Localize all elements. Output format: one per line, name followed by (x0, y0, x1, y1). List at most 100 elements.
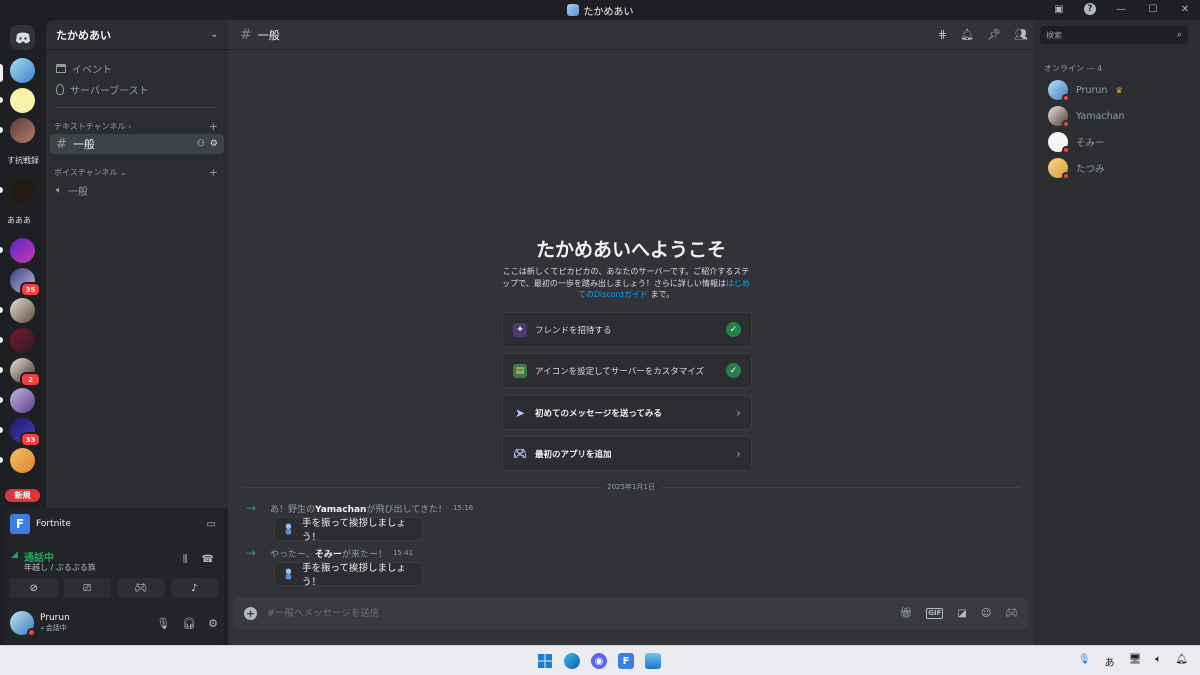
wave-button[interactable]: 手を振って挨拶しましょう！ (274, 517, 423, 543)
discord-home-icon[interactable] (10, 25, 35, 50)
ime-indicator[interactable]: あ (1105, 654, 1115, 669)
step-invite-friends[interactable]: ✦ フレンドを招待する ✓ (502, 312, 752, 347)
gif-icon[interactable]: GIF (926, 608, 944, 619)
step-label: 初めてのメッセージを送ってみる (535, 408, 662, 419)
server-icon-text-2[interactable]: あああ (7, 215, 31, 226)
category-text-channels[interactable]: テキストチャンネル › + (54, 120, 218, 133)
sidebar-item-events[interactable]: イベント (54, 58, 220, 78)
edge-icon[interactable] (564, 653, 580, 669)
sticker-icon[interactable]: ◪ (957, 608, 966, 619)
activities-button[interactable]: 🎮︎ (117, 578, 165, 598)
search-box[interactable]: ⌕ (1040, 26, 1188, 44)
soundboard-button[interactable]: ♪ (170, 578, 218, 598)
signal-icon: ◢ (11, 550, 18, 560)
discord-icon[interactable]: ◉ (591, 653, 607, 669)
avatar[interactable] (10, 611, 36, 637)
voice-channel-path[interactable]: 年越し / ぷるぷる族 (24, 562, 96, 573)
user-info[interactable]: Prurun ◂ 会話中 🎙︎ 🎧︎ ⚙ (10, 608, 218, 638)
stream-icon[interactable]: ▭ (207, 519, 216, 530)
windows-start-icon[interactable] (537, 653, 553, 669)
search-input[interactable] (1046, 30, 1177, 40)
maximize-button[interactable]: ☐ (1146, 2, 1160, 16)
welcome-title: たかめあいへようこそ (535, 239, 726, 261)
step-customize-server[interactable]: ▤ アイコンを設定してサーバーをカスタマイズ ✓ (502, 353, 752, 388)
server-icon-3[interactable] (10, 118, 35, 143)
noise-suppression-icon[interactable]: ⫼ (183, 554, 188, 565)
step-add-app[interactable]: 🎮︎ 最初のアプリを追加 › (502, 436, 752, 471)
camera-off-button[interactable]: ⊘ (10, 578, 58, 598)
chevron-right-icon: › (736, 446, 741, 461)
microphone-icon[interactable]: 🎙︎ (1078, 654, 1091, 669)
window-title: たかめあい (583, 6, 634, 18)
apps-icon[interactable]: 🎮︎ (1005, 608, 1018, 619)
message-input[interactable] (267, 608, 890, 619)
gift-icon[interactable]: 🎁︎ (900, 608, 913, 619)
voice-channel-general[interactable]: 🔈︎ 一般 (50, 180, 224, 200)
join-username[interactable]: そみー (315, 550, 342, 560)
dnd-status-icon (27, 628, 36, 637)
close-button[interactable]: ✕ (1178, 2, 1192, 16)
network-icon[interactable]: 🖥︎ (1129, 654, 1142, 669)
member-item[interactable]: Yamachan (1048, 105, 1124, 128)
gear-icon[interactable]: ⚙ (208, 617, 218, 630)
unread-pill (0, 397, 3, 403)
channel-header: # 一般 (228, 20, 1034, 50)
invite-icon[interactable]: ⚇ (197, 139, 205, 149)
sidebar-item-boost[interactable]: サーバーブースト (54, 79, 220, 99)
search-icon[interactable]: ⌕ (1177, 30, 1182, 40)
category-voice-channels[interactable]: ボイスチャンネル ⌄ + (54, 166, 218, 179)
minimize-button[interactable]: — (1114, 2, 1128, 16)
volume-icon[interactable]: 🔈︎ (1155, 654, 1161, 669)
avatar (1048, 158, 1070, 180)
server-icon-14[interactable] (10, 448, 35, 473)
fortnite-icon[interactable]: F (618, 653, 634, 669)
server-icon-5[interactable] (10, 178, 35, 203)
welcome-text: ここは新しくてピカピカの、あなたのサーバーです。ご紹介するステップで、最初の一歩… (502, 267, 750, 288)
step-label: 最初のアプリを追加 (535, 449, 612, 460)
inbox-icon[interactable]: ▣ (1052, 2, 1066, 16)
emoji-icon[interactable]: ☺ (981, 608, 991, 619)
server-icon-takameai[interactable] (10, 58, 35, 83)
headphones-icon[interactable]: 🎧︎ (182, 617, 196, 630)
microphone-icon[interactable]: 🎙︎ (156, 617, 170, 630)
camera-off-icon: ⊘ (29, 582, 38, 594)
step-send-message[interactable]: ➤ 初めてのメッセージを送ってみる › (502, 395, 752, 430)
speaker-icon: 🔈︎ (56, 184, 62, 196)
add-channel-icon[interactable]: + (209, 166, 218, 179)
pin-icon[interactable]: 📌︎ (987, 28, 1001, 41)
step-label: フレンドを招待する (535, 325, 612, 336)
screen-share-button[interactable]: ⎚ (63, 578, 111, 598)
server-icon-9[interactable] (10, 298, 35, 323)
member-item[interactable]: たつみ (1048, 157, 1105, 180)
server-icon-2[interactable] (10, 88, 35, 113)
server-icon-7[interactable] (10, 238, 35, 263)
server-header[interactable]: たかめあい ⌄ (46, 20, 228, 50)
help-icon[interactable]: ? (1084, 3, 1096, 15)
category-label: テキストチャンネル (54, 121, 126, 131)
date-text: 2025年1月1日 (601, 482, 661, 492)
bell-icon[interactable]: 🔔︎ (960, 28, 974, 41)
wave-sticker-icon (285, 568, 292, 580)
disconnect-icon[interactable]: ☎︎ (202, 554, 214, 565)
notification-bell-icon[interactable]: 🔔︎ (1175, 654, 1188, 669)
paper-plane-icon: ➤ (514, 405, 526, 420)
gear-icon[interactable]: ⚙ (210, 139, 218, 149)
member-item[interactable]: Prurun ♛ (1048, 79, 1123, 102)
unread-pill (0, 367, 3, 373)
new-servers-badge[interactable]: 新規 (5, 489, 40, 502)
server-icon-text-1[interactable]: す抗戦録 (7, 155, 39, 166)
checkmark-icon: ✓ (726, 322, 741, 337)
threads-icon[interactable]: ⋕ (938, 28, 947, 41)
members-icon[interactable]: 👥︎ (1014, 28, 1028, 41)
photos-icon[interactable] (645, 653, 661, 669)
join-username[interactable]: Yamachan (315, 505, 366, 515)
add-attachment-icon[interactable]: + (244, 607, 257, 620)
wave-button[interactable]: 手を振って挨拶しましょう！ (274, 562, 423, 588)
speaking-icon: ◂ (40, 624, 44, 632)
member-item[interactable]: そみー (1048, 131, 1105, 154)
server-icon-10[interactable] (10, 328, 35, 353)
welcome-description: ここは新しくてピカピカの、あなたのサーバーです。ご紹介するステップで、最初の一歩… (500, 266, 752, 301)
add-channel-icon[interactable]: + (209, 120, 218, 133)
channel-general[interactable]: # 一般 ⚇ ⚙ (50, 134, 224, 154)
server-icon-12[interactable] (10, 388, 35, 413)
